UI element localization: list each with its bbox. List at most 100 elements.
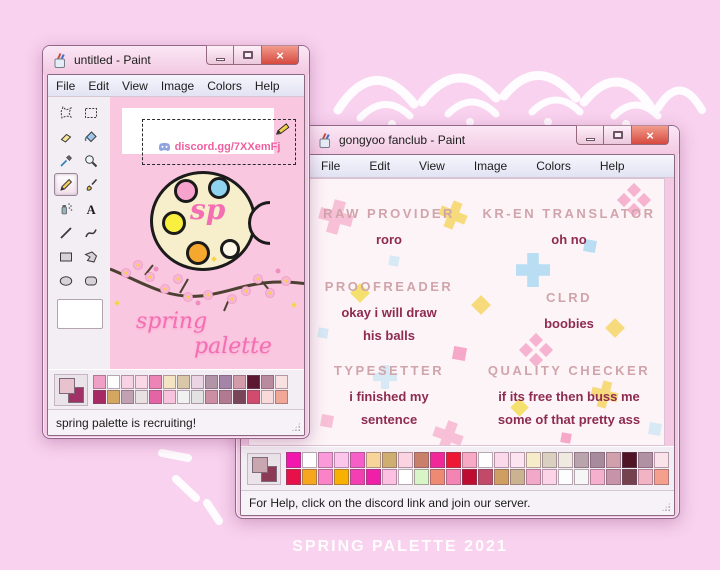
menu-image[interactable]: Image	[161, 79, 194, 93]
tool-free-form-select[interactable]	[54, 101, 78, 124]
color-swatch[interactable]	[654, 469, 669, 485]
tool-polygon[interactable]	[79, 245, 103, 268]
color-swatch[interactable]	[149, 390, 162, 404]
color-swatch[interactable]	[526, 452, 541, 468]
menu-image[interactable]: Image	[474, 159, 507, 173]
color-swatch[interactable]	[542, 469, 557, 485]
menu-view[interactable]: View	[419, 159, 445, 173]
color-swatch[interactable]	[446, 452, 461, 468]
close-button[interactable]: ×	[631, 125, 669, 145]
color-swatch[interactable]	[261, 390, 274, 404]
color-swatch[interactable]	[606, 469, 621, 485]
color-swatch[interactable]	[574, 469, 589, 485]
color-swatch[interactable]	[590, 469, 605, 485]
color-swatch[interactable]	[275, 375, 288, 389]
color-swatch[interactable]	[163, 375, 176, 389]
color-swatch[interactable]	[233, 375, 246, 389]
color-swatch[interactable]	[526, 469, 541, 485]
color-swatch[interactable]	[382, 469, 397, 485]
foreground-color-swatch[interactable]	[59, 378, 75, 394]
tool-curve[interactable]	[79, 221, 103, 244]
color-swatch[interactable]	[163, 390, 176, 404]
tool-fill[interactable]	[79, 125, 103, 148]
paint-canvas[interactable]: discord.gg/7XXemFj sp	[110, 97, 304, 369]
color-swatch[interactable]	[462, 469, 477, 485]
color-swatch[interactable]	[121, 375, 134, 389]
color-swatch[interactable]	[107, 375, 120, 389]
menu-edit[interactable]: Edit	[88, 79, 109, 93]
color-swatch[interactable]	[286, 469, 301, 485]
color-swatch[interactable]	[366, 452, 381, 468]
tool-magnifier[interactable]	[79, 149, 103, 172]
color-swatch[interactable]	[430, 452, 445, 468]
titlebar[interactable]: untitled - Paint ×	[43, 46, 309, 74]
color-swatch[interactable]	[191, 390, 204, 404]
color-swatch[interactable]	[366, 469, 381, 485]
color-swatch[interactable]	[478, 469, 493, 485]
color-swatch[interactable]	[93, 375, 106, 389]
color-swatch[interactable]	[302, 469, 317, 485]
color-swatch[interactable]	[93, 390, 106, 404]
color-swatch[interactable]	[350, 469, 365, 485]
color-swatch[interactable]	[478, 452, 493, 468]
tool-text[interactable]: A	[79, 197, 103, 220]
tool-select[interactable]	[79, 101, 103, 124]
color-swatch[interactable]	[107, 390, 120, 404]
color-swatch[interactable]	[286, 452, 301, 468]
color-swatch[interactable]	[558, 452, 573, 468]
tool-ellipse[interactable]	[54, 269, 78, 292]
maximize-button[interactable]	[234, 45, 261, 65]
color-swatch[interactable]	[205, 390, 218, 404]
menu-view[interactable]: View	[122, 79, 148, 93]
color-swatch[interactable]	[205, 375, 218, 389]
color-swatch[interactable]	[275, 390, 288, 404]
menu-file[interactable]: File	[56, 79, 75, 93]
color-swatch[interactable]	[606, 452, 621, 468]
color-swatch[interactable]	[494, 469, 509, 485]
menu-colors[interactable]: Colors	[536, 159, 571, 173]
maximize-button[interactable]	[604, 125, 631, 145]
color-swatch[interactable]	[542, 452, 557, 468]
tool-rectangle[interactable]	[54, 245, 78, 268]
color-swatch[interactable]	[350, 452, 365, 468]
color-swatch[interactable]	[334, 452, 349, 468]
color-swatch[interactable]	[398, 469, 413, 485]
color-swatch[interactable]	[590, 452, 605, 468]
color-swatch[interactable]	[398, 452, 413, 468]
color-swatch[interactable]	[177, 390, 190, 404]
color-swatch[interactable]	[191, 375, 204, 389]
tool-eraser[interactable]	[54, 125, 78, 148]
color-swatch[interactable]	[638, 469, 653, 485]
menu-colors[interactable]: Colors	[207, 79, 242, 93]
discord-link[interactable]: discord.gg/7XXemFj	[175, 141, 281, 153]
tool-line[interactable]	[54, 221, 78, 244]
menu-file[interactable]: File	[321, 159, 340, 173]
minimize-button[interactable]	[206, 45, 234, 65]
tool-rounded-rectangle[interactable]	[79, 269, 103, 292]
color-swatch[interactable]	[510, 452, 525, 468]
color-swatch[interactable]	[247, 390, 260, 404]
color-swatch[interactable]	[638, 452, 653, 468]
tool-pencil[interactable]	[54, 173, 78, 196]
tool-brush[interactable]	[79, 173, 103, 196]
tool-airbrush[interactable]	[54, 197, 78, 220]
color-swatch[interactable]	[135, 390, 148, 404]
selection-marquee[interactable]: discord.gg/7XXemFj	[142, 119, 296, 165]
menu-edit[interactable]: Edit	[369, 159, 390, 173]
color-swatch[interactable]	[219, 375, 232, 389]
color-swatch[interactable]	[622, 469, 637, 485]
color-swatch[interactable]	[177, 375, 190, 389]
color-swatch[interactable]	[149, 375, 162, 389]
foreground-color-swatch[interactable]	[252, 457, 268, 473]
color-swatch[interactable]	[318, 452, 333, 468]
color-swatch[interactable]	[414, 452, 429, 468]
foreground-background-colors[interactable]	[54, 374, 88, 406]
color-swatch[interactable]	[446, 469, 461, 485]
color-swatch[interactable]	[414, 469, 429, 485]
color-swatch[interactable]	[261, 375, 274, 389]
menu-help[interactable]: Help	[255, 79, 280, 93]
color-swatch[interactable]	[247, 375, 260, 389]
color-swatch[interactable]	[622, 452, 637, 468]
color-swatch[interactable]	[494, 452, 509, 468]
color-swatch[interactable]	[558, 469, 573, 485]
